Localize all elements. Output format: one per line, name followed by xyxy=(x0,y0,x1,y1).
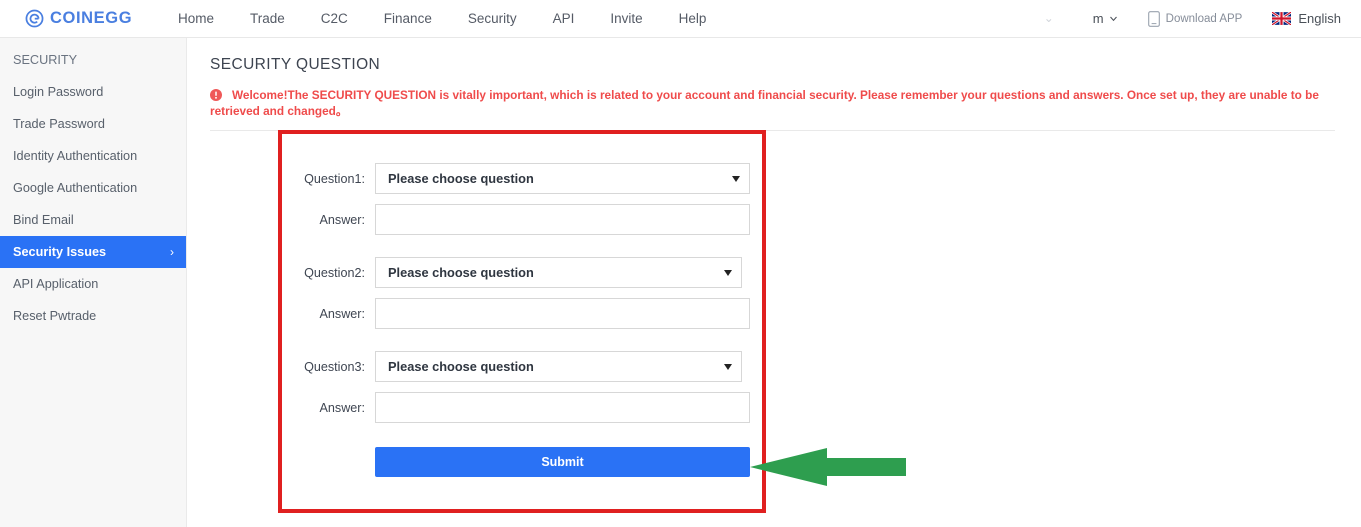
question1-selected-value: Please choose question xyxy=(388,171,534,186)
sidebar-item-login-password[interactable]: Login Password xyxy=(0,76,186,108)
page-title: SECURITY QUESTION xyxy=(210,56,381,73)
security-notice-banner: Welcome!The SECURITY QUESTION is vitally… xyxy=(210,88,1335,119)
nav-item-trade[interactable]: Trade xyxy=(232,0,303,37)
submit-row: Submit xyxy=(287,447,762,477)
nav-item-home[interactable]: Home xyxy=(160,0,232,37)
sidebar-item-security-issues-label: Security Issues xyxy=(13,245,107,259)
page-root: COINEGG Home Trade C2C Finance Security … xyxy=(0,0,1361,527)
submit-button[interactable]: Submit xyxy=(375,447,750,477)
answer3-input[interactable] xyxy=(375,392,750,423)
chevron-down-icon xyxy=(1109,16,1117,22)
currency-selector[interactable]: m xyxy=(1079,11,1132,26)
error-exclamation-icon xyxy=(210,89,222,101)
currency-label: m xyxy=(1092,11,1104,26)
language-label: English xyxy=(1298,11,1341,26)
security-question-form: Question1: Please choose question Answer… xyxy=(287,163,762,477)
question2-select[interactable]: Please choose question xyxy=(375,257,742,288)
answer1-label: Answer: xyxy=(319,212,366,227)
download-app-label: Download APP xyxy=(1165,12,1243,25)
question3-label: Question3: xyxy=(304,359,365,374)
coinegg-circle-g-logo-icon xyxy=(25,9,44,28)
top-header: COINEGG Home Trade C2C Finance Security … xyxy=(0,0,1361,38)
sidebar-item-google-authentication[interactable]: Google Authentication xyxy=(0,172,186,204)
mobile-phone-icon xyxy=(1147,10,1160,27)
sidebar-item-security-issues[interactable]: Security Issues › xyxy=(0,236,186,268)
answer1-row: Answer: xyxy=(287,204,762,235)
header-partial-item[interactable]: ⌄ xyxy=(1019,0,1079,37)
question3-row: Question3: Please choose question xyxy=(287,351,762,382)
answer3-label: Answer: xyxy=(319,400,366,415)
nav-item-api[interactable]: API xyxy=(535,0,593,37)
answer2-input[interactable] xyxy=(375,298,750,329)
main-navigation: Home Trade C2C Finance Security API Invi… xyxy=(160,0,724,37)
uk-flag-icon xyxy=(1272,12,1292,25)
security-notice-text: Welcome!The SECURITY QUESTION is vitally… xyxy=(210,88,1319,118)
caret-down-icon xyxy=(724,269,732,276)
sidebar-item-reset-pwtrade[interactable]: Reset Pwtrade xyxy=(0,300,186,332)
caret-down-icon xyxy=(732,175,740,182)
sidebar-item-api-application[interactable]: API Application xyxy=(0,268,186,300)
download-app-button[interactable]: Download APP xyxy=(1132,10,1259,27)
nav-item-invite[interactable]: Invite xyxy=(592,0,660,37)
security-sidebar: SECURITY Login Password Trade Password I… xyxy=(0,38,187,527)
question3-select[interactable]: Please choose question xyxy=(375,351,742,382)
nav-item-c2c[interactable]: C2C xyxy=(303,0,366,37)
nav-item-help[interactable]: Help xyxy=(661,0,725,37)
logo-text: COINEGG xyxy=(50,9,133,27)
question2-selected-value: Please choose question xyxy=(388,265,534,280)
answer2-label: Answer: xyxy=(319,306,366,321)
sidebar-item-trade-password[interactable]: Trade Password xyxy=(0,108,186,140)
question1-row: Question1: Please choose question xyxy=(287,163,762,194)
chevron-right-icon: › xyxy=(170,245,174,259)
question3-selected-value: Please choose question xyxy=(388,359,534,374)
language-selector[interactable]: English xyxy=(1258,11,1347,26)
answer3-row: Answer: xyxy=(287,392,762,423)
site-logo[interactable]: COINEGG xyxy=(24,8,132,29)
nav-item-finance[interactable]: Finance xyxy=(366,0,450,37)
sidebar-heading-security: SECURITY xyxy=(13,53,78,67)
header-right-tools: ⌄ m Download APP English xyxy=(1019,0,1347,37)
caret-down-icon xyxy=(724,363,732,370)
answer1-input[interactable] xyxy=(375,204,750,235)
question1-select[interactable]: Please choose question xyxy=(375,163,750,194)
nav-item-security[interactable]: Security xyxy=(450,0,535,37)
question1-label: Question1: xyxy=(304,171,365,186)
question2-label: Question2: xyxy=(304,265,365,280)
sidebar-item-bind-email[interactable]: Bind Email xyxy=(0,204,186,236)
sidebar-item-identity-authentication[interactable]: Identity Authentication xyxy=(0,140,186,172)
left-pointing-arrow-annotation xyxy=(750,448,906,486)
answer2-row: Answer: xyxy=(287,298,762,329)
question2-row: Question2: Please choose question xyxy=(287,257,762,288)
